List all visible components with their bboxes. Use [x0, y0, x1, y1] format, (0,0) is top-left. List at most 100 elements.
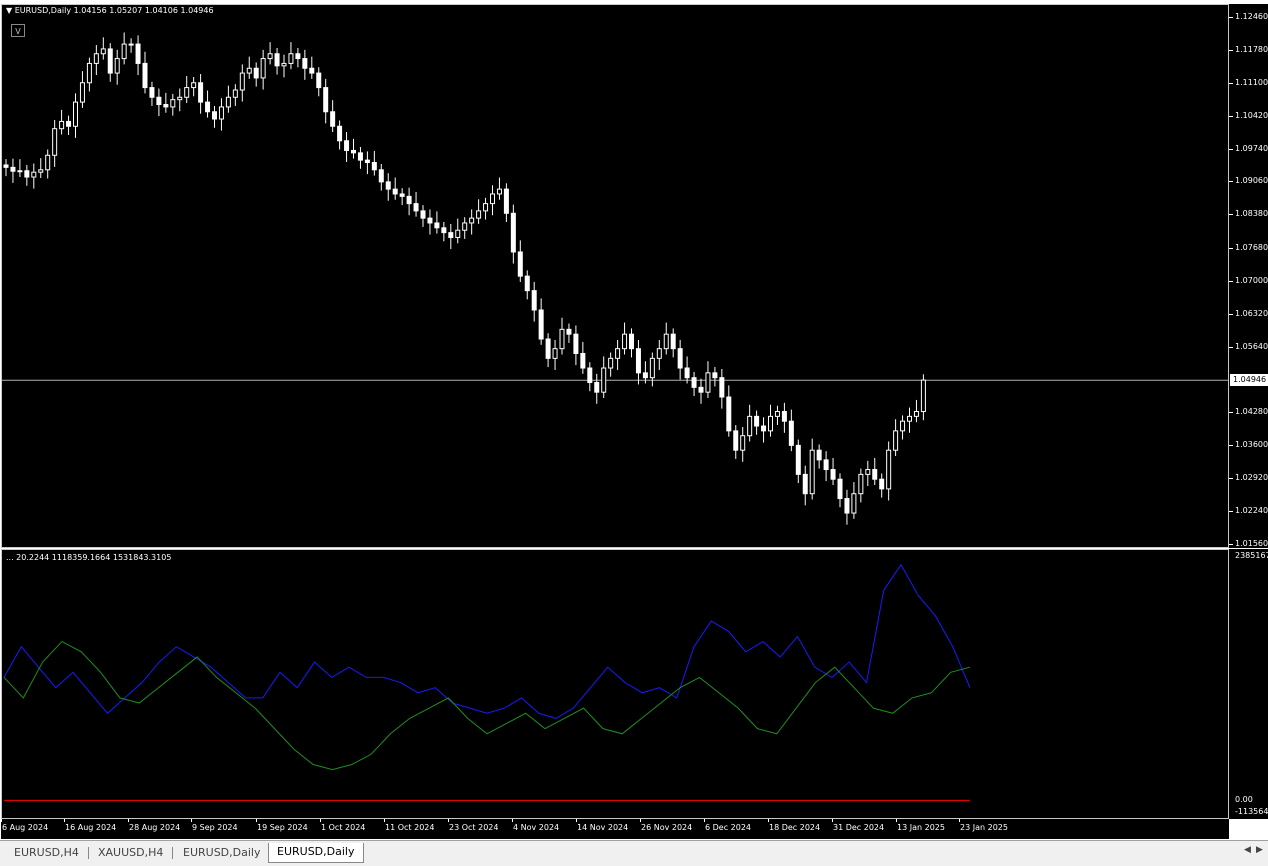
bear-candle-body	[566, 328, 572, 335]
bear-candle-body	[66, 120, 72, 127]
bull-candle-body	[886, 449, 892, 490]
bull-candle-body	[663, 333, 669, 350]
bear-candle-body	[364, 159, 370, 164]
bear-candle-body	[781, 411, 787, 422]
bull-candle-body	[552, 348, 558, 359]
bear-candle-body	[719, 377, 725, 398]
one-click-trading-button[interactable]: V	[11, 24, 25, 37]
bull-candle-body	[705, 372, 711, 393]
chart-tab[interactable]: EURUSD,Daily	[268, 843, 364, 863]
triangle-down-icon[interactable]: ▼	[6, 6, 12, 15]
bear-candle-body	[788, 420, 794, 446]
bull-candle-body	[649, 357, 655, 379]
scroll-left-icon[interactable]: ◀	[1244, 845, 1251, 855]
bear-candle-body	[10, 166, 16, 172]
bear-candle-body	[427, 217, 433, 224]
bear-candle-body	[733, 430, 739, 451]
symbol-ohlc-text: EURUSD,Daily 1.04156 1.05207 1.04106 1.0…	[14, 6, 214, 15]
bear-candle-body	[323, 87, 329, 113]
scroll-right-icon[interactable]: ▶	[1256, 845, 1263, 855]
bear-candle-body	[316, 72, 322, 89]
indicator-header: ... 20.2244 1118359.1664 1531843.3105	[6, 553, 172, 562]
bear-candle-body	[399, 193, 405, 197]
bear-candle-body	[24, 170, 30, 178]
bear-candle-body	[274, 53, 280, 67]
bear-candle-body	[344, 140, 350, 151]
bull-candle-body	[469, 217, 475, 224]
bull-candle-body	[232, 89, 238, 98]
bear-candle-body	[677, 348, 683, 369]
bull-candle-body	[31, 171, 37, 178]
bear-candle-body	[691, 377, 697, 388]
bear-candle-body	[135, 43, 141, 64]
bear-candle-body	[524, 275, 530, 292]
bull-candle-body	[86, 62, 92, 84]
bear-candle-body	[357, 152, 363, 161]
bull-candle-body	[907, 415, 912, 422]
chart-canvas	[2, 32, 1228, 801]
bear-candle-body	[830, 469, 836, 480]
bull-candle-body	[920, 379, 926, 413]
bull-candle-body	[267, 53, 273, 60]
bull-candle-body	[100, 48, 106, 55]
chart-tab[interactable]: EURUSD,Daily	[175, 844, 263, 862]
bull-candle-body	[79, 82, 85, 103]
bear-candle-body	[795, 444, 801, 475]
bull-candle-body	[260, 58, 266, 79]
bear-candle-body	[434, 222, 440, 229]
bear-candle-body	[726, 396, 732, 432]
bear-candle-body	[538, 309, 544, 340]
bull-candle-body	[656, 348, 662, 359]
bear-candle-body	[163, 104, 169, 108]
bull-candle-body	[851, 493, 857, 514]
bear-candle-body	[642, 372, 648, 379]
bear-candle-body	[872, 469, 878, 480]
bear-candle-body	[441, 227, 447, 234]
bull-candle-body	[913, 411, 919, 417]
bull-candle-body	[601, 367, 607, 393]
bear-candle-body	[309, 67, 315, 74]
bear-candle-body	[107, 48, 113, 74]
bull-candle-body	[93, 53, 99, 64]
bear-candle-body	[837, 478, 843, 500]
bull-candle-body	[73, 101, 78, 127]
bear-candle-body	[392, 188, 398, 195]
current-price-label: 1.04946	[1230, 374, 1268, 386]
bull-candle-body	[239, 72, 245, 91]
bull-candle-body	[768, 415, 773, 432]
tab-separator	[172, 847, 173, 859]
bear-candle-body	[879, 478, 885, 490]
bear-candle-body	[754, 415, 760, 427]
bear-candle-body	[635, 348, 641, 374]
bear-candle-body	[205, 101, 211, 113]
bull-candle-body	[288, 53, 294, 64]
bear-candle-body	[594, 382, 600, 393]
bear-candle-body	[253, 67, 259, 79]
bull-candle-body	[177, 96, 183, 101]
chart-tab[interactable]: XAUUSD,H4	[90, 844, 170, 862]
bear-candle-body	[684, 367, 690, 379]
bull-candle-body	[747, 415, 753, 437]
bear-candle-body	[330, 111, 336, 127]
bear-candle-body	[761, 425, 767, 432]
bear-candle-body	[844, 498, 850, 514]
chart-tab[interactable]: EURUSD,H4	[6, 844, 86, 862]
bull-candle-body	[455, 229, 461, 238]
bull-candle-body	[809, 449, 815, 495]
bear-candle-body	[823, 459, 829, 471]
green-indicator-line	[3, 640, 971, 771]
bull-candle-body	[45, 154, 51, 171]
bear-candle-body	[531, 290, 537, 311]
bull-candle-body	[900, 420, 906, 432]
bull-candle-body	[121, 43, 127, 60]
bull-candle-body	[490, 193, 495, 205]
bear-candle-body	[573, 333, 579, 355]
bull-candle-body	[462, 222, 468, 231]
bull-candle-body	[483, 203, 489, 212]
bear-candle-body	[420, 210, 426, 219]
bear-candle-body	[413, 203, 419, 212]
bear-candle-body	[510, 212, 516, 253]
bear-candle-body	[142, 62, 148, 89]
bull-candle-body	[38, 169, 44, 173]
bull-candle-body	[184, 87, 190, 98]
